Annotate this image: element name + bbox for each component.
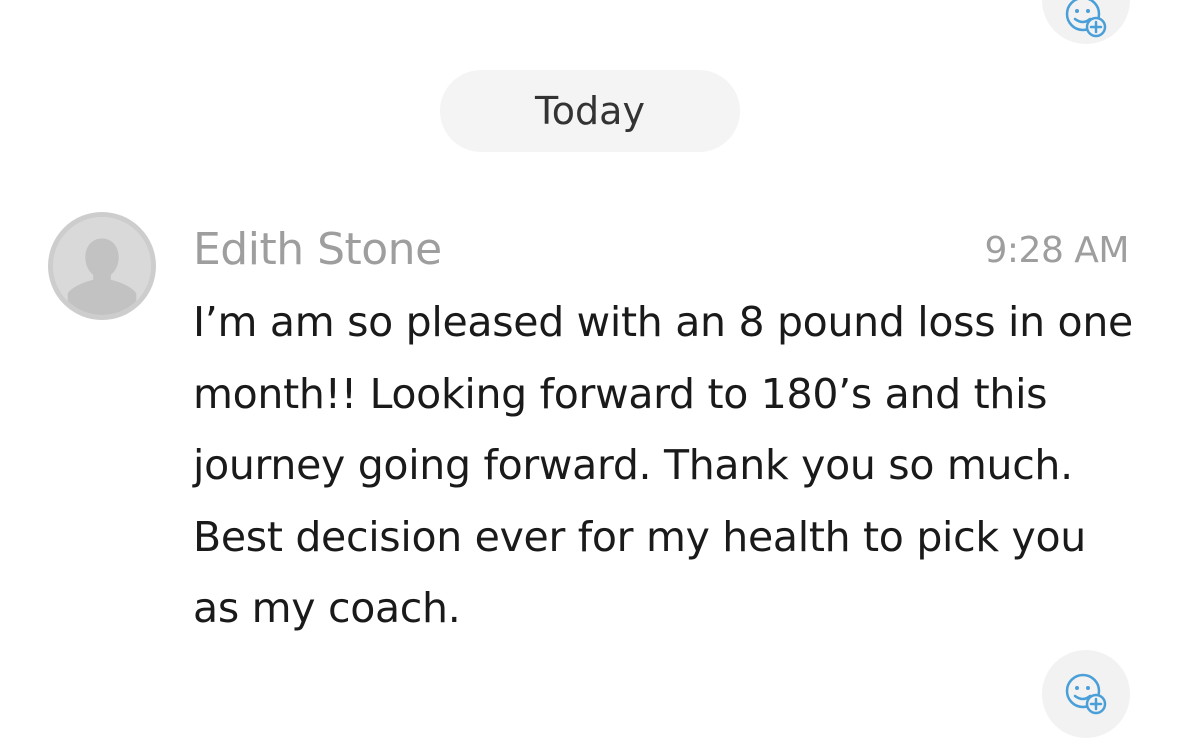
date-divider: Today: [440, 70, 740, 152]
date-divider-label: Today: [535, 89, 645, 133]
user-avatar-placeholder-icon: [53, 217, 151, 315]
message-timestamp: 9:28 AM: [984, 230, 1130, 271]
avatar[interactable]: [48, 212, 156, 320]
sender-name: Edith Stone: [193, 224, 442, 275]
add-reaction-icon: [1065, 0, 1107, 38]
add-reaction-button-previous[interactable]: [1042, 0, 1130, 44]
add-reaction-icon: [1065, 673, 1107, 715]
add-reaction-button[interactable]: [1042, 650, 1130, 738]
message-text: I’m am so pleased with an 8 pound loss i…: [193, 298, 1133, 632]
